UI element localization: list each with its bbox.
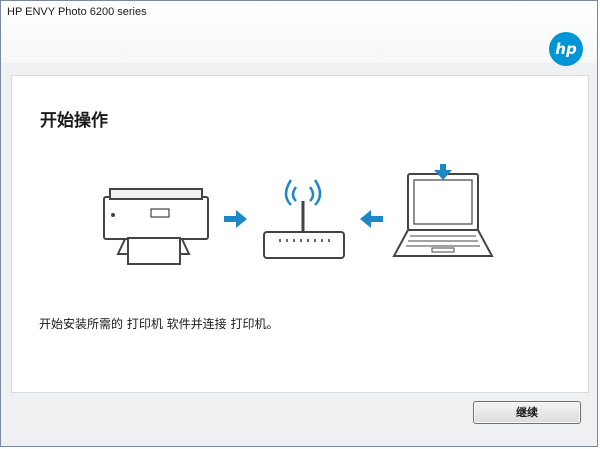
- left-arrow-icon: [360, 210, 383, 228]
- content-panel: 开始操作 开始安装所需的 打印机 软件并连接 打印机。: [11, 75, 589, 393]
- description-text: 开始安装所需的 打印机 软件并连接 打印机。: [39, 317, 279, 331]
- laptop-icon: [392, 173, 494, 257]
- title-bar: HP ENVY Photo 6200 series hp: [1, 1, 597, 66]
- setup-illustration: [103, 164, 494, 265]
- wifi-router-icon: [263, 179, 345, 259]
- installer-window: HP ENVY Photo 6200 series hp 开始操作 开始安装所需…: [0, 0, 598, 447]
- continue-button[interactable]: 继续: [473, 401, 581, 424]
- printer-icon: [103, 188, 209, 265]
- window-title: HP ENVY Photo 6200 series: [7, 6, 147, 18]
- right-arrow-icon: [224, 210, 247, 228]
- hp-logo-text: hp: [555, 40, 577, 58]
- page-title: 开始操作: [40, 111, 108, 131]
- hp-logo: hp: [549, 32, 583, 66]
